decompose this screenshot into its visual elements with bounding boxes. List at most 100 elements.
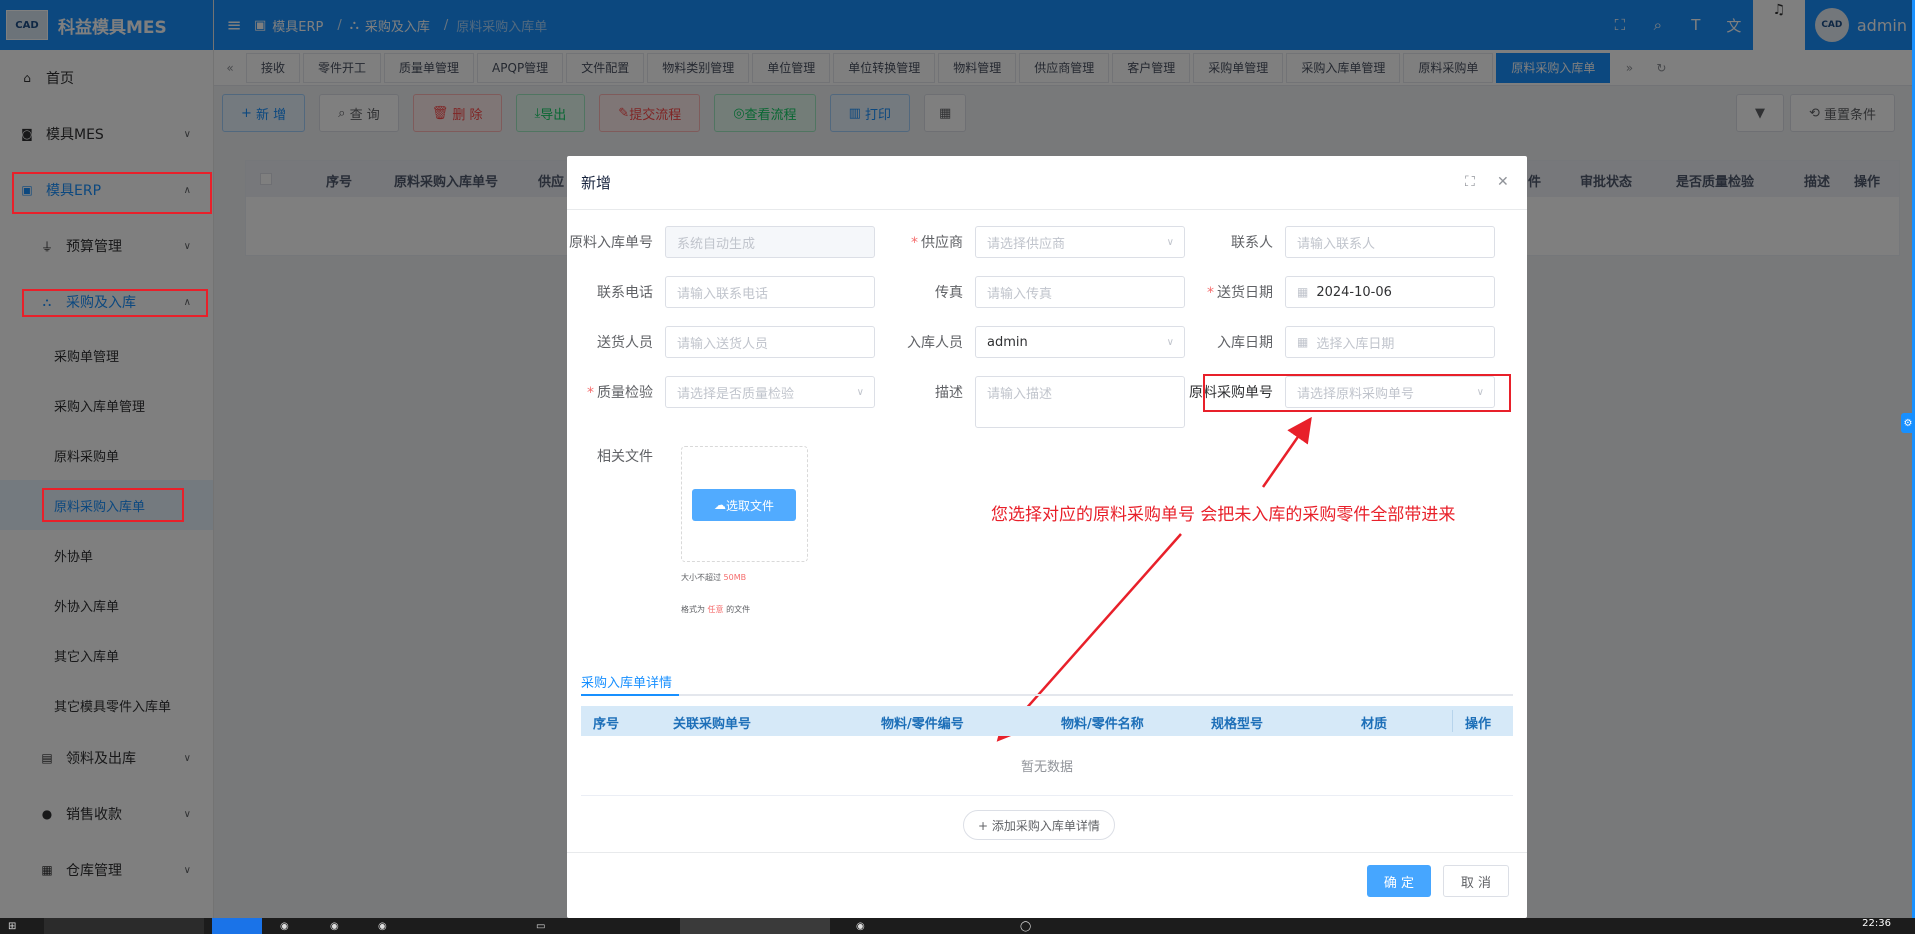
quality-label: 质量检验 xyxy=(597,385,653,401)
folder-icon[interactable]: ▭ xyxy=(536,918,545,934)
detail-table-header: 序号 关联采购单号 物料/零件编号 物料/零件名称 规格型号 材质 操作 xyxy=(581,706,1513,736)
supplier-select[interactable]: 请选择供应商 ∨ xyxy=(975,226,1185,258)
tip-text: 大小不超过 xyxy=(681,573,721,582)
divider xyxy=(1452,710,1453,732)
deliverer-input[interactable]: 请输入送货人员 xyxy=(665,326,875,358)
field-quality: * 质量检验 请选择是否质量检验 ∨ xyxy=(567,376,875,408)
quality-select[interactable]: 请选择是否质量检验 ∨ xyxy=(665,376,875,408)
close-icon[interactable]: ✕ xyxy=(1497,174,1509,190)
taskbar-app[interactable] xyxy=(44,918,204,934)
windows-start-icon[interactable]: ⊞ xyxy=(8,918,16,934)
field-label: 入库人员 xyxy=(907,335,963,351)
field-label: 传真 xyxy=(935,285,963,301)
field-inbound-date: 入库日期 ▦ 选择入库日期 xyxy=(1187,326,1495,358)
field-label: 入库日期 xyxy=(1217,335,1273,351)
app-icon[interactable]: ◉ xyxy=(378,918,387,934)
tip-text: 格式为 xyxy=(681,605,705,614)
chevron-down-icon: ∨ xyxy=(1166,236,1174,248)
inbound-date-picker[interactable]: ▦ 选择入库日期 xyxy=(1285,326,1495,358)
tip-highlight: 任意 xyxy=(707,605,724,614)
col-header: 规格型号 xyxy=(1211,717,1264,732)
browser-icon[interactable]: ◉ xyxy=(280,918,289,934)
field-contact: 联系人 请输入联系人 xyxy=(1187,226,1495,258)
field-label: 相关文件 xyxy=(597,449,653,465)
app-icon[interactable]: ◯ xyxy=(1020,918,1031,934)
fax-input[interactable]: 请输入传真 xyxy=(975,276,1185,308)
tip-text: 的文件 xyxy=(726,605,751,614)
taskbar-app[interactable] xyxy=(212,918,262,934)
detail-tabs: 采购入库单详情 xyxy=(581,666,1513,696)
receiver-value: admin xyxy=(987,334,1028,350)
upload-format-tip: 格式为 任意 的文件 xyxy=(681,604,750,615)
maximize-icon[interactable]: ⛶ xyxy=(1465,174,1475,190)
quality-placeholder: 请选择是否质量检验 xyxy=(677,386,795,402)
taskbar-app[interactable] xyxy=(680,918,830,934)
contact-input[interactable]: 请输入联系人 xyxy=(1285,226,1495,258)
description-textarea[interactable]: 请输入描述 xyxy=(975,376,1185,428)
field-label: 送货人员 xyxy=(597,335,653,351)
purchase-no-select[interactable]: 请选择原料采购单号 ∨ xyxy=(1285,376,1495,408)
field-inbound-no: 原料入库单号 系统自动生成 xyxy=(567,226,875,258)
app-icon[interactable]: ◉ xyxy=(856,918,865,934)
col-header: 操作 xyxy=(1465,717,1492,732)
confirm-button[interactable]: 确 定 xyxy=(1367,865,1431,897)
supplier-placeholder: 请选择供应商 xyxy=(987,236,1066,252)
detail-table: 序号 关联采购单号 物料/零件编号 物料/零件名称 规格型号 材质 操作 暂无数… xyxy=(581,706,1513,796)
select-file-label: 选取文件 xyxy=(725,498,774,513)
annotation-text: 您选择对应的原料采购单号 会把未入库的采购零件全部带进来 xyxy=(991,505,1456,525)
purchase-no-placeholder: 请选择原料采购单号 xyxy=(1297,386,1415,402)
annotation-arrow-up xyxy=(1261,416,1312,488)
os-taskbar: ⊞ ◉ ◉ ◉ ▭ ◉ ◯ 22:36 xyxy=(0,918,1915,934)
field-label: * 供应商 xyxy=(911,235,963,251)
cancel-button[interactable]: 取 消 xyxy=(1443,865,1509,897)
dialog-header: 新增 ⛶ ✕ xyxy=(567,156,1527,210)
field-description: 描述 请输入描述 xyxy=(877,376,1185,428)
field-receiver: 入库人员 admin ∨ xyxy=(877,326,1185,358)
delivery-date-value: 2024-10-06 xyxy=(1316,284,1392,300)
receiver-select[interactable]: admin ∨ xyxy=(975,326,1185,358)
field-label: 联系人 xyxy=(1231,235,1273,251)
col-header: 物料/零件编号 xyxy=(881,717,964,732)
col-header: 材质 xyxy=(1361,717,1388,732)
new-dialog: 新增 ⛶ ✕ 原料入库单号 系统自动生成 * 供应商 请选择供应商 ∨ 联系人 请输… xyxy=(567,156,1527,918)
field-supplier: * 供应商 请选择供应商 ∨ xyxy=(877,226,1185,258)
tab-detail[interactable]: 采购入库单详情 xyxy=(581,672,672,691)
delivery-date-label: 送货日期 xyxy=(1217,285,1273,301)
col-header: 关联采购单号 xyxy=(673,717,752,732)
field-delivery-date: * 送货日期 ▦ 2024-10-06 xyxy=(1187,276,1495,308)
empty-state: 暂无数据 xyxy=(581,736,1513,796)
field-label: * 质量检验 xyxy=(587,385,653,401)
col-header: 物料/零件名称 xyxy=(1061,717,1144,732)
field-label: * 送货日期 xyxy=(1207,285,1273,301)
phone-input[interactable]: 请输入联系电话 xyxy=(665,276,875,308)
upload-size-tip: 大小不超过 50MB xyxy=(681,572,746,583)
field-label: 联系电话 xyxy=(597,285,653,301)
field-fax: 传真 请输入传真 xyxy=(877,276,1185,308)
tip-highlight: 50MB xyxy=(723,573,747,582)
cloud-upload-icon: ☁ xyxy=(713,498,726,512)
chevron-down-icon: ∨ xyxy=(1166,336,1174,348)
inbound-date-placeholder: 选择入库日期 xyxy=(1316,336,1395,352)
taskbar-clock: 22:36 xyxy=(1862,918,1891,929)
field-deliverer: 送货人员 请输入送货人员 xyxy=(567,326,875,358)
chevron-down-icon: ∨ xyxy=(1476,386,1484,398)
field-purchase-no: 原料采购单号 请选择原料采购单号 ∨ xyxy=(1187,376,1495,408)
calendar-icon: ▦ xyxy=(1297,335,1309,349)
inbound-no-input: 系统自动生成 xyxy=(665,226,875,258)
add-detail-button[interactable]: + 添加采购入库单详情 xyxy=(963,810,1115,840)
app-icon[interactable]: ◉ xyxy=(330,918,339,934)
dialog-footer: 确 定 取 消 xyxy=(567,852,1527,918)
upload-area[interactable]: ☁ 选取文件 xyxy=(681,446,808,562)
select-file-button[interactable]: ☁ 选取文件 xyxy=(692,489,796,521)
delivery-date-picker[interactable]: ▦ 2024-10-06 xyxy=(1285,276,1495,308)
field-phone: 联系电话 请输入联系电话 xyxy=(567,276,875,308)
field-label: 描述 xyxy=(935,385,963,401)
field-files: 相关文件 xyxy=(567,446,665,466)
supplier-label: 供应商 xyxy=(921,235,963,251)
app-window: CAD 科益模具MES ⌂ 首页 ◙ 模具MES ∨ ▣ 模具ERP ∧ ⏚ 预… xyxy=(0,0,1915,918)
settings-gear-icon[interactable]: ⚙ xyxy=(1901,413,1915,433)
field-label: 原料入库单号 xyxy=(569,235,653,251)
col-header: 序号 xyxy=(593,717,620,732)
tab-active-bar xyxy=(581,694,679,696)
calendar-icon: ▦ xyxy=(1297,285,1309,299)
